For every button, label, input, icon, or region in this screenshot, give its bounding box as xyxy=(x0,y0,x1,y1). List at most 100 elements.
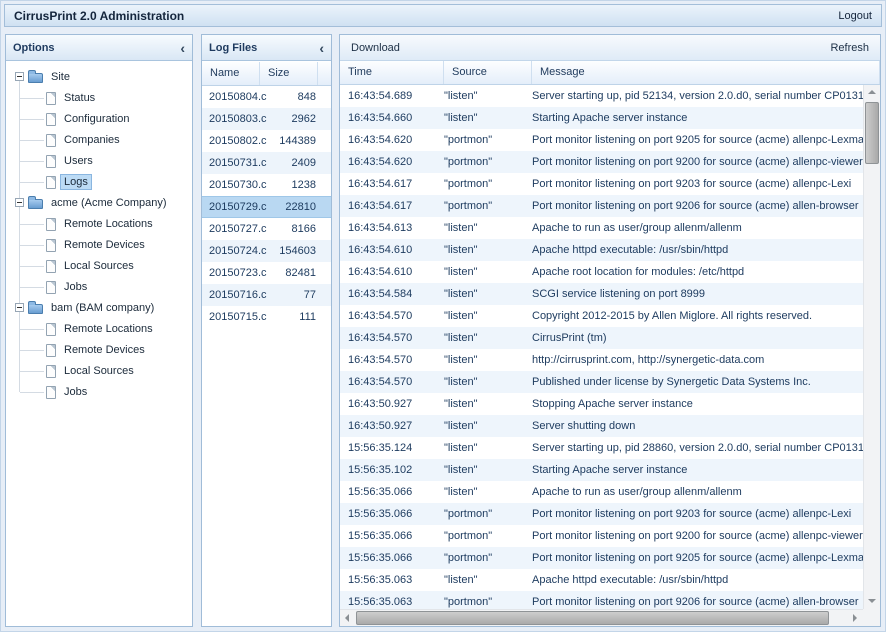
log-row[interactable]: 15:56:35.124"listen"Server starting up, … xyxy=(340,437,863,459)
tree-item-label: Logs xyxy=(61,175,91,189)
log-row[interactable]: 16:43:54.570"listen"Published under lice… xyxy=(340,371,863,393)
tree-item-local-sources[interactable]: Local Sources xyxy=(6,361,192,382)
column-header-size[interactable]: Size xyxy=(260,62,318,85)
column-header-time[interactable]: Time xyxy=(340,61,444,84)
logfiles-grid-body: 20150804.c84820150803.c296220150802.c144… xyxy=(202,86,331,626)
log-row[interactable]: 15:56:35.066"portmon"Port monitor listen… xyxy=(340,547,863,569)
tree-item-status[interactable]: Status xyxy=(6,88,192,109)
document-icon xyxy=(46,260,56,273)
logfile-row[interactable]: 20150729.c22810 xyxy=(202,196,331,218)
document-icon xyxy=(46,386,56,399)
column-header-name[interactable]: Name xyxy=(202,62,260,85)
horizontal-scrollbar-thumb[interactable] xyxy=(356,611,829,625)
logfile-row[interactable]: 20150723.c82481 xyxy=(202,262,331,284)
log-row[interactable]: 15:56:35.102"listen"Starting Apache serv… xyxy=(340,459,863,481)
cell-message: Port monitor listening on port 9200 for … xyxy=(532,156,863,168)
tree-item-label: Jobs xyxy=(61,385,90,399)
scroll-up-icon[interactable] xyxy=(864,85,880,101)
document-icon xyxy=(46,218,56,231)
logfile-row[interactable]: 20150716.c77 xyxy=(202,284,331,306)
log-row[interactable]: 16:43:50.927"listen"Server shutting down xyxy=(340,415,863,437)
log-row[interactable]: 16:43:54.610"listen"Apache root location… xyxy=(340,261,863,283)
log-row[interactable]: 16:43:54.570"listen"Copyright 2012-2015 … xyxy=(340,305,863,327)
log-row[interactable]: 16:43:54.617"portmon"Port monitor listen… xyxy=(340,195,863,217)
scroll-left-icon[interactable] xyxy=(340,610,356,626)
logfile-row[interactable]: 20150727.c8166 xyxy=(202,218,331,240)
tree-item-jobs[interactable]: Jobs xyxy=(6,277,192,298)
log-row[interactable]: 16:43:50.927"listen"Stopping Apache serv… xyxy=(340,393,863,415)
horizontal-scrollbar[interactable] xyxy=(340,609,863,626)
collapse-left-icon[interactable]: ‹ xyxy=(180,43,185,53)
tree-item-remote-devices[interactable]: Remote Devices xyxy=(6,340,192,361)
collapse-left-icon[interactable]: ‹ xyxy=(319,43,324,53)
expander-minus-icon[interactable] xyxy=(15,198,24,207)
cell-time: 15:56:35.066 xyxy=(340,552,444,564)
cell-time: 16:43:54.620 xyxy=(340,156,444,168)
tree-item-remote-locations[interactable]: Remote Locations xyxy=(6,214,192,235)
logfile-row[interactable]: 20150803.c2962 xyxy=(202,108,331,130)
log-row[interactable]: 15:56:35.066"listen"Apache to run as use… xyxy=(340,481,863,503)
cell-source: "portmon" xyxy=(444,178,532,190)
scroll-down-icon[interactable] xyxy=(864,593,880,609)
tree-item-configuration[interactable]: Configuration xyxy=(6,109,192,130)
tree-item-companies[interactable]: Companies xyxy=(6,130,192,151)
tree-item-label: Users xyxy=(61,154,96,168)
cell-message: Server starting up, pid 28860, version 2… xyxy=(532,442,863,454)
tree-item-acme-acme-company[interactable]: acme (Acme Company) xyxy=(6,193,192,214)
log-row[interactable]: 16:43:54.570"listen"CirrusPrint (tm) xyxy=(340,327,863,349)
tree-connector-line xyxy=(20,245,44,246)
logfile-row[interactable]: 20150804.c848 xyxy=(202,86,331,108)
tree-item-jobs[interactable]: Jobs xyxy=(6,382,192,403)
log-row[interactable]: 15:56:35.063"listen"Apache httpd executa… xyxy=(340,569,863,591)
log-row[interactable]: 15:56:35.066"portmon"Port monitor listen… xyxy=(340,503,863,525)
scroll-right-icon[interactable] xyxy=(847,610,863,626)
cell-time: 15:56:35.063 xyxy=(340,574,444,586)
logfile-row[interactable]: 20150715.c111 xyxy=(202,306,331,328)
cell-time: 15:56:35.124 xyxy=(340,442,444,454)
cell-message: Port monitor listening on port 9206 for … xyxy=(532,596,863,608)
column-header-message[interactable]: Message xyxy=(532,61,880,84)
log-row[interactable]: 15:56:35.066"portmon"Port monitor listen… xyxy=(340,525,863,547)
logfile-row[interactable]: 20150730.c1238 xyxy=(202,174,331,196)
cell-source: "listen" xyxy=(444,442,532,454)
tree-item-logs[interactable]: Logs xyxy=(6,172,192,193)
tree-connector-line xyxy=(20,329,44,330)
tree-item-users[interactable]: Users xyxy=(6,151,192,172)
tree-item-label: Configuration xyxy=(61,112,132,126)
log-row[interactable]: 16:43:54.689"listen"Server starting up, … xyxy=(340,85,863,107)
folder-icon xyxy=(28,304,43,314)
cell-message: SCGI service listening on port 8999 xyxy=(532,288,863,300)
logfile-row[interactable]: 20150724.c154603 xyxy=(202,240,331,262)
log-row[interactable]: 16:43:54.660"listen"Starting Apache serv… xyxy=(340,107,863,129)
expander-minus-icon[interactable] xyxy=(15,72,24,81)
logfile-row[interactable]: 20150731.c2409 xyxy=(202,152,331,174)
cell-message: Port monitor listening on port 9203 for … xyxy=(532,508,863,520)
cell-message: Port monitor listening on port 9206 for … xyxy=(532,200,863,212)
expander-minus-icon[interactable] xyxy=(15,303,24,312)
column-header-filler xyxy=(318,62,331,85)
log-row[interactable]: 16:43:54.613"listen"Apache to run as use… xyxy=(340,217,863,239)
log-row[interactable]: 16:43:54.620"portmon"Port monitor listen… xyxy=(340,151,863,173)
cell-time: 16:43:54.617 xyxy=(340,200,444,212)
log-row[interactable]: 16:43:54.584"listen"SCGI service listeni… xyxy=(340,283,863,305)
logfile-row[interactable]: 20150802.c144389 xyxy=(202,130,331,152)
cell-message: Published under license by Synergetic Da… xyxy=(532,376,863,388)
vertical-scrollbar-thumb[interactable] xyxy=(865,102,879,164)
vertical-scrollbar[interactable] xyxy=(863,85,880,609)
download-button[interactable]: Download xyxy=(348,40,403,56)
cell-message: Stopping Apache server instance xyxy=(532,398,863,410)
options-panel: Options ‹ SiteStatusConfigurationCompani… xyxy=(5,34,193,627)
tree-item-remote-locations[interactable]: Remote Locations xyxy=(6,319,192,340)
refresh-button[interactable]: Refresh xyxy=(827,40,872,56)
tree-item-remote-devices[interactable]: Remote Devices xyxy=(6,235,192,256)
logout-button[interactable]: Logout xyxy=(838,10,872,22)
tree-item-bam-bam-company[interactable]: bam (BAM company) xyxy=(6,298,192,319)
cell-source: "listen" xyxy=(444,574,532,586)
log-row[interactable]: 16:43:54.617"portmon"Port monitor listen… xyxy=(340,173,863,195)
log-row[interactable]: 16:43:54.570"listen"http://cirrusprint.c… xyxy=(340,349,863,371)
log-row[interactable]: 16:43:54.620"portmon"Port monitor listen… xyxy=(340,129,863,151)
column-header-source[interactable]: Source xyxy=(444,61,532,84)
tree-item-local-sources[interactable]: Local Sources xyxy=(6,256,192,277)
tree-item-site[interactable]: Site xyxy=(6,67,192,88)
log-row[interactable]: 16:43:54.610"listen"Apache httpd executa… xyxy=(340,239,863,261)
